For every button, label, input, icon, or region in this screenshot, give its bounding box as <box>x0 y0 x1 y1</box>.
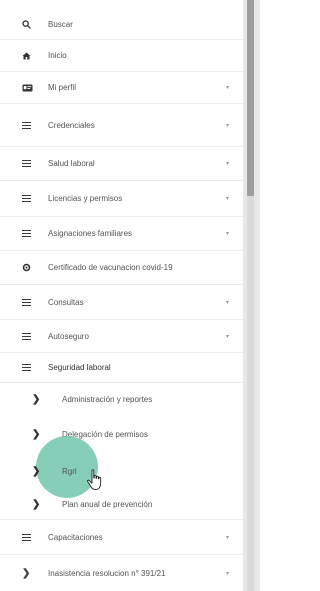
chevron-right-icon: ❯ <box>32 465 41 477</box>
chevron-right-icon: ❯ <box>32 394 41 405</box>
submenu-item-delegacion-permisos[interactable]: ❯ Delegación de permisos <box>0 416 243 453</box>
dot-icon <box>22 263 38 272</box>
submenu-item-rgrl[interactable]: ❯ Rgrl <box>0 453 243 489</box>
search-icon <box>22 19 38 29</box>
chevron-down-icon: ▾ <box>225 122 229 129</box>
menu-item-label: Mi perfil <box>48 83 77 92</box>
menu-item-label: Inicio <box>48 51 67 60</box>
menu-item-label: Licencias y permisos <box>48 194 123 203</box>
menu-item-buscar[interactable]: Buscar <box>0 9 243 40</box>
submenu-item-plan-anual-prevencion[interactable]: ❯ Plan anual de prevención <box>0 489 243 520</box>
menu-lines-icon <box>22 297 38 308</box>
menu-item-label: Capacitaciones <box>48 532 103 542</box>
submenu-item-administracion-reportes[interactable]: ❯ Administración y reportes <box>0 383 243 416</box>
chevron-right-icon: ❯ <box>22 567 31 579</box>
menu-item-asignaciones-familiares[interactable]: Asignaciones familiares ▾ <box>0 217 243 251</box>
menu-item-label: Consultas <box>48 297 84 307</box>
menu-item-label: Credenciales <box>48 120 95 130</box>
chevron-right-icon: ❯ <box>32 429 41 440</box>
menu-lines-icon <box>22 362 38 373</box>
menu-lines-icon <box>22 331 38 342</box>
scrollbar-thumb[interactable] <box>247 0 254 196</box>
menu-item-label: Inasistencia resolucion n° 391/21 <box>48 568 166 578</box>
menu-lines-icon <box>22 120 38 131</box>
menu-lines-icon <box>22 228 38 239</box>
menu-item-seguridad-laboral[interactable]: Seguridad laboral <box>0 353 243 383</box>
chevron-down-icon: ▾ <box>225 231 229 237</box>
menu-item-inasistencia-resolucion[interactable]: ❯ Inasistencia resolucion n° 391/21 ▾ <box>0 555 243 591</box>
chevron-down-icon: ▾ <box>225 570 229 577</box>
menu-item-consultas[interactable]: Consultas ▾ <box>0 285 243 320</box>
menu-item-label: Seguridad laboral <box>48 363 111 372</box>
menu-item-label: Buscar <box>48 19 73 29</box>
id-card-icon <box>22 84 38 92</box>
chevron-down-icon: ▾ <box>225 534 229 541</box>
menu-item-capacitaciones[interactable]: Capacitaciones ▾ <box>0 520 243 555</box>
menu-item-label: Asignaciones familiares <box>48 229 133 238</box>
chevron-down-icon: ▾ <box>225 299 229 306</box>
menu-item-label: Certificado de vacunacion covid-19 <box>48 263 173 272</box>
menu-lines-icon <box>22 158 38 169</box>
home-icon <box>22 52 38 60</box>
hand-pointer-cursor-icon <box>86 469 106 496</box>
chevron-down-icon: ▾ <box>225 196 229 202</box>
menu-item-licencias-y-permisos[interactable]: Licencias y permisos ▾ <box>0 181 243 217</box>
submenu-item-label: Delegación de permisos <box>62 430 148 439</box>
submenu-item-label: Plan anual de prevención <box>62 499 153 509</box>
chevron-down-icon: ▾ <box>225 161 229 167</box>
menu-lines-icon <box>22 532 38 543</box>
menu-item-salud-laboral[interactable]: Salud laboral ▾ <box>0 147 243 181</box>
chevron-right-icon: ❯ <box>32 498 41 510</box>
menu-item-label: Autoseguro <box>48 331 89 341</box>
menu-item-credenciales[interactable]: Credenciales ▾ <box>0 104 243 147</box>
menu-item-label: Salud laboral <box>48 159 95 168</box>
menu-lines-icon <box>22 193 38 204</box>
submenu-item-label: Administración y reportes <box>62 395 153 404</box>
menu-item-mi-perfil[interactable]: Mi perfil ▾ <box>0 72 243 104</box>
chevron-down-icon: ▾ <box>225 85 229 91</box>
menu-item-certificado-vacunacion[interactable]: Certificado de vacunacion covid-19 <box>0 251 243 285</box>
navigation-drawer: Buscar Inicio Mi perfil ▾ Credenciales ▾… <box>0 0 243 591</box>
chevron-down-icon: ▾ <box>225 333 229 340</box>
menu-item-inicio[interactable]: Inicio <box>0 40 243 72</box>
menu-item-autoseguro[interactable]: Autoseguro ▾ <box>0 320 243 353</box>
